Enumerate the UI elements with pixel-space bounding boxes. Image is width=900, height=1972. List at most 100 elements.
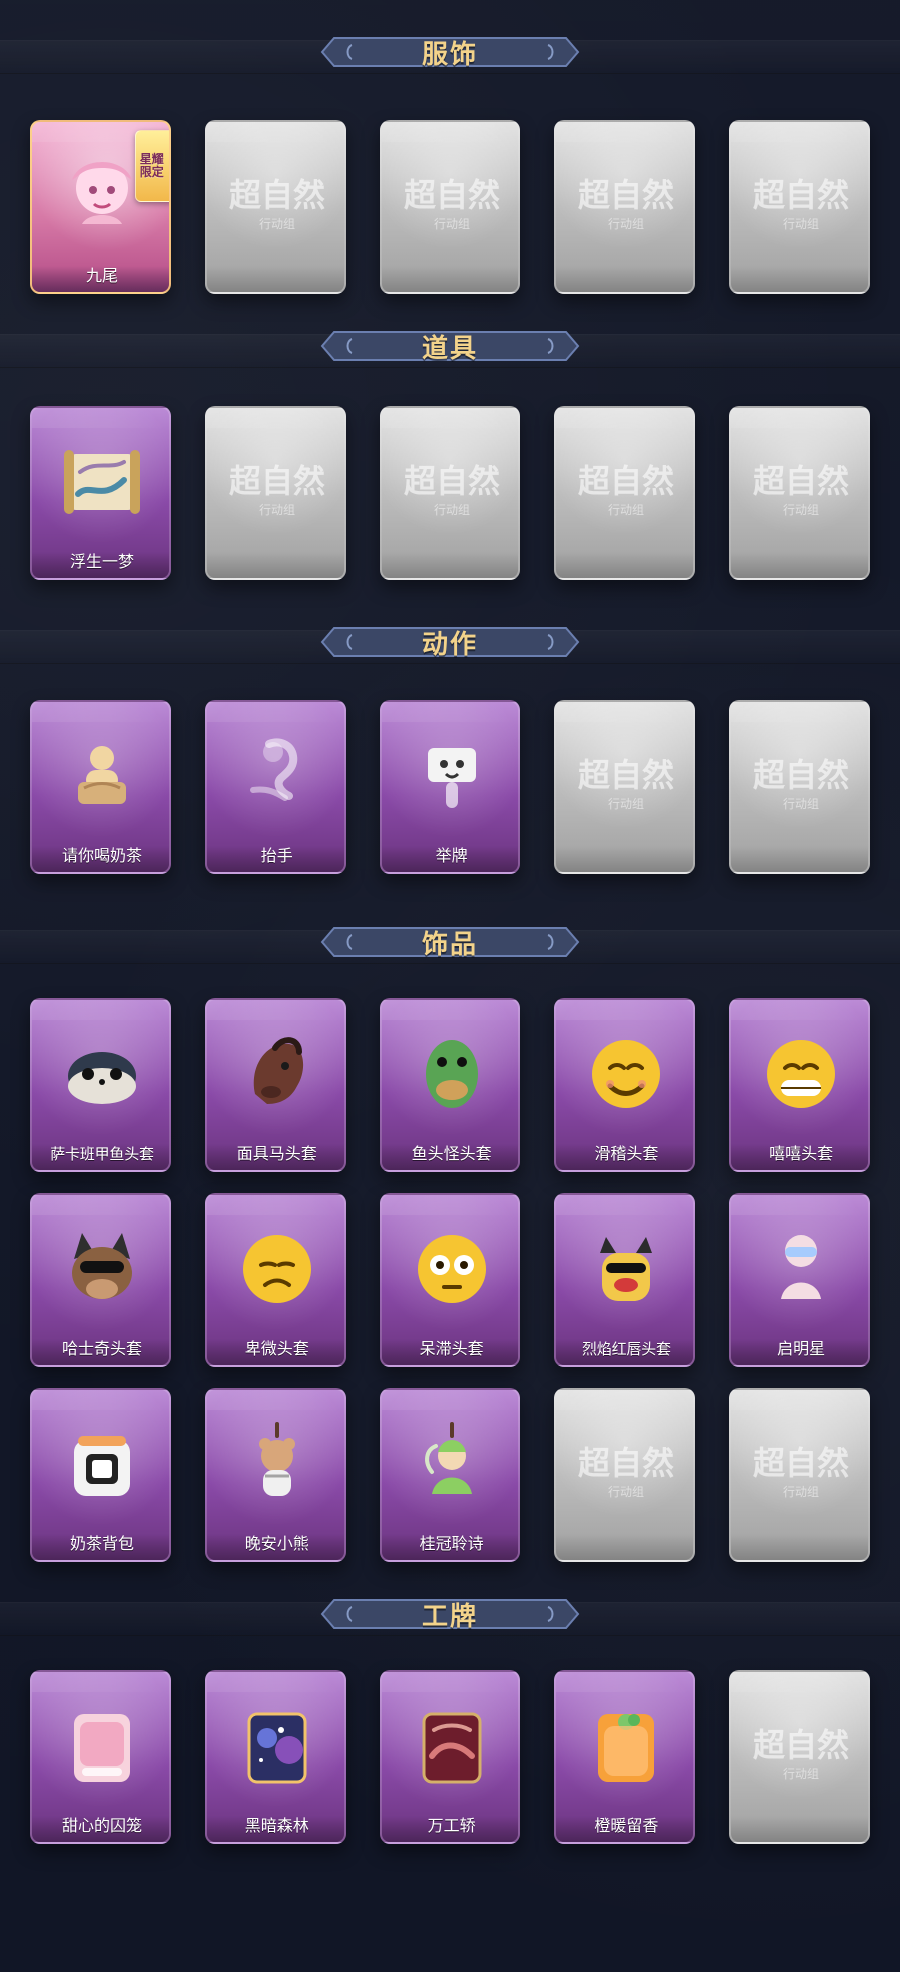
card-label-ribbon [731,846,868,872]
item-card-empty[interactable]: 超自然 行动组 [554,1388,696,1562]
svg-text:行动组: 行动组 [434,503,470,517]
card-top-shine [731,408,868,428]
nine-tails-portrait-icon [72,162,132,224]
card-top-shine [731,702,868,722]
card-top-shine [32,1390,169,1410]
item-card-laurel-poem[interactable]: 桂冠聆诗 [379,1388,521,1562]
card-label-ribbon [731,1534,868,1560]
svg-text:超自然: 超自然 [578,756,674,794]
items-row: 星耀限定 九尾 超自然 行动组 超自然 行动组 超自然 行动组 超自然 行动组 [30,120,870,294]
card-label-ribbon [206,266,344,292]
item-card-hold-sign[interactable]: 举牌 [379,700,521,874]
item-label: 甜心的囚笼 [61,1816,142,1835]
card-top-shine [32,702,169,722]
svg-text:超自然: 超自然 [578,176,674,214]
svg-text:超自然: 超自然 [404,176,500,214]
svg-text:行动组: 行动组 [608,1485,644,1499]
section-title: 动作 [421,629,478,660]
item-card-empty[interactable]: 超自然 行动组 [729,1388,870,1562]
item-card-husky[interactable]: 哈士奇头套 [30,1193,171,1367]
item-card-milk-tea-backpack[interactable]: 奶茶背包 [30,1388,171,1562]
item-card-smile[interactable]: 滑稽头套 [554,998,696,1172]
item-card-wangong-sedan[interactable]: 万工轿 [379,1670,521,1844]
card-label-ribbon [556,552,694,578]
card-top-shine [556,1672,694,1692]
svg-text:行动组: 行动组 [783,1767,819,1781]
svg-text:行动组: 行动组 [259,503,295,517]
item-card-morning-star[interactable]: 启明星 [729,1193,870,1367]
orange-card-icon [598,1714,655,1782]
svg-text:行动组: 行动组 [434,217,470,231]
item-card-empty[interactable]: 超自然 行动组 [729,406,870,580]
card-top-shine [206,702,344,722]
item-card-empty[interactable]: 超自然 行动组 [554,120,696,294]
item-card-nine-tails[interactable]: 星耀限定 九尾 [30,120,171,294]
card-top-shine [556,1390,694,1410]
item-label: 黑暗森林 [244,1816,309,1835]
svg-text:超自然: 超自然 [578,462,674,500]
item-card-floating-dream[interactable]: 浮生一梦 [30,406,171,580]
card-top-shine [556,408,694,428]
item-card-fish-monster[interactable]: 鱼头怪头套 [379,998,521,1172]
section-banner: 服饰 [320,28,580,76]
item-card-milk-tea[interactable]: 请你喝奶茶 [30,700,171,874]
item-card-empty[interactable]: 超自然 行动组 [729,700,870,874]
item-card-empty[interactable]: 超自然 行动组 [729,120,870,294]
item-label: 卑微头套 [244,1339,309,1358]
item-card-orange-warmth[interactable]: 橙暖留香 [554,1670,696,1844]
card-top-shine [381,1000,519,1020]
card-top-shine [206,1672,344,1692]
item-card-empty[interactable]: 超自然 行动组 [204,120,346,294]
svg-text:超自然: 超自然 [753,1444,849,1482]
card-top-shine [381,702,519,722]
item-card-sweet-cage[interactable]: 甜心的囚笼 [30,1670,171,1844]
red-card-icon [422,1712,482,1784]
item-card-goodnight-bear[interactable]: 晚安小熊 [204,1388,346,1562]
svg-text:超自然: 超自然 [578,1444,674,1482]
item-card-fish-headgear[interactable]: 萨卡班甲鱼头套 [30,998,171,1172]
card-top-shine [206,408,344,428]
items-row: 甜心的囚笼 黑暗森林 万工轿 橙暖留香 超自然 行动组 [30,1670,870,1844]
svg-text:超自然: 超自然 [753,176,849,214]
card-label-ribbon [731,266,868,292]
item-card-empty[interactable]: 超自然 行动组 [729,1670,870,1844]
card-top-shine [731,1000,868,1020]
item-label: 呆滞头套 [419,1339,484,1358]
card-label-ribbon [731,1816,868,1842]
item-card-empty[interactable]: 超自然 行动组 [379,120,521,294]
section-banner: 工牌 [320,1590,580,1638]
card-top-shine [731,1390,868,1410]
item-card-humble[interactable]: 卑微头套 [204,1193,346,1367]
item-card-dark-forest[interactable]: 黑暗森林 [204,1670,346,1844]
section-title: 道具 [421,333,478,364]
item-card-empty[interactable]: 超自然 行动组 [554,700,696,874]
item-card-dazed[interactable]: 呆滞头套 [379,1193,521,1367]
item-card-raise-hand[interactable]: 抬手 [204,700,346,874]
card-top-shine [206,1000,344,1020]
item-card-horse-mask[interactable]: 面具马头套 [204,998,346,1172]
section-title: 工牌 [421,1601,478,1632]
item-label: 举牌 [435,846,468,865]
card-top-shine [32,408,169,428]
card-top-shine [731,122,868,142]
item-card-empty[interactable]: 超自然 行动组 [554,406,696,580]
badge-card-icon [74,1714,130,1782]
card-label-ribbon [381,266,519,292]
fish-monster-mask-icon [425,1040,478,1108]
svg-text:行动组: 行动组 [783,1485,819,1499]
galaxy-card-icon [247,1712,307,1784]
item-card-empty[interactable]: 超自然 行动组 [204,406,346,580]
bear-charm-icon [258,1422,295,1496]
item-label: 启明星 [777,1339,826,1358]
svg-text:超自然: 超自然 [229,462,325,500]
item-card-grin[interactable]: 嘻嘻头套 [729,998,870,1172]
svg-text:行动组: 行动组 [608,797,644,811]
card-label-ribbon [381,552,519,578]
items-row: 请你喝奶茶 抬手 举牌 超自然 行动组 超自然 行动组 [30,700,870,874]
svg-text:超自然: 超自然 [404,462,500,500]
item-card-empty[interactable]: 超自然 行动组 [379,406,521,580]
item-card-red-lips[interactable]: 烈焰红唇头套 [554,1193,696,1367]
item-label: 万工轿 [427,1816,476,1835]
section-title: 服饰 [421,39,478,70]
section-actions: 动作 请你喝奶茶 抬手 举牌 超自然 行动组 超自然 行动组 [0,590,900,890]
